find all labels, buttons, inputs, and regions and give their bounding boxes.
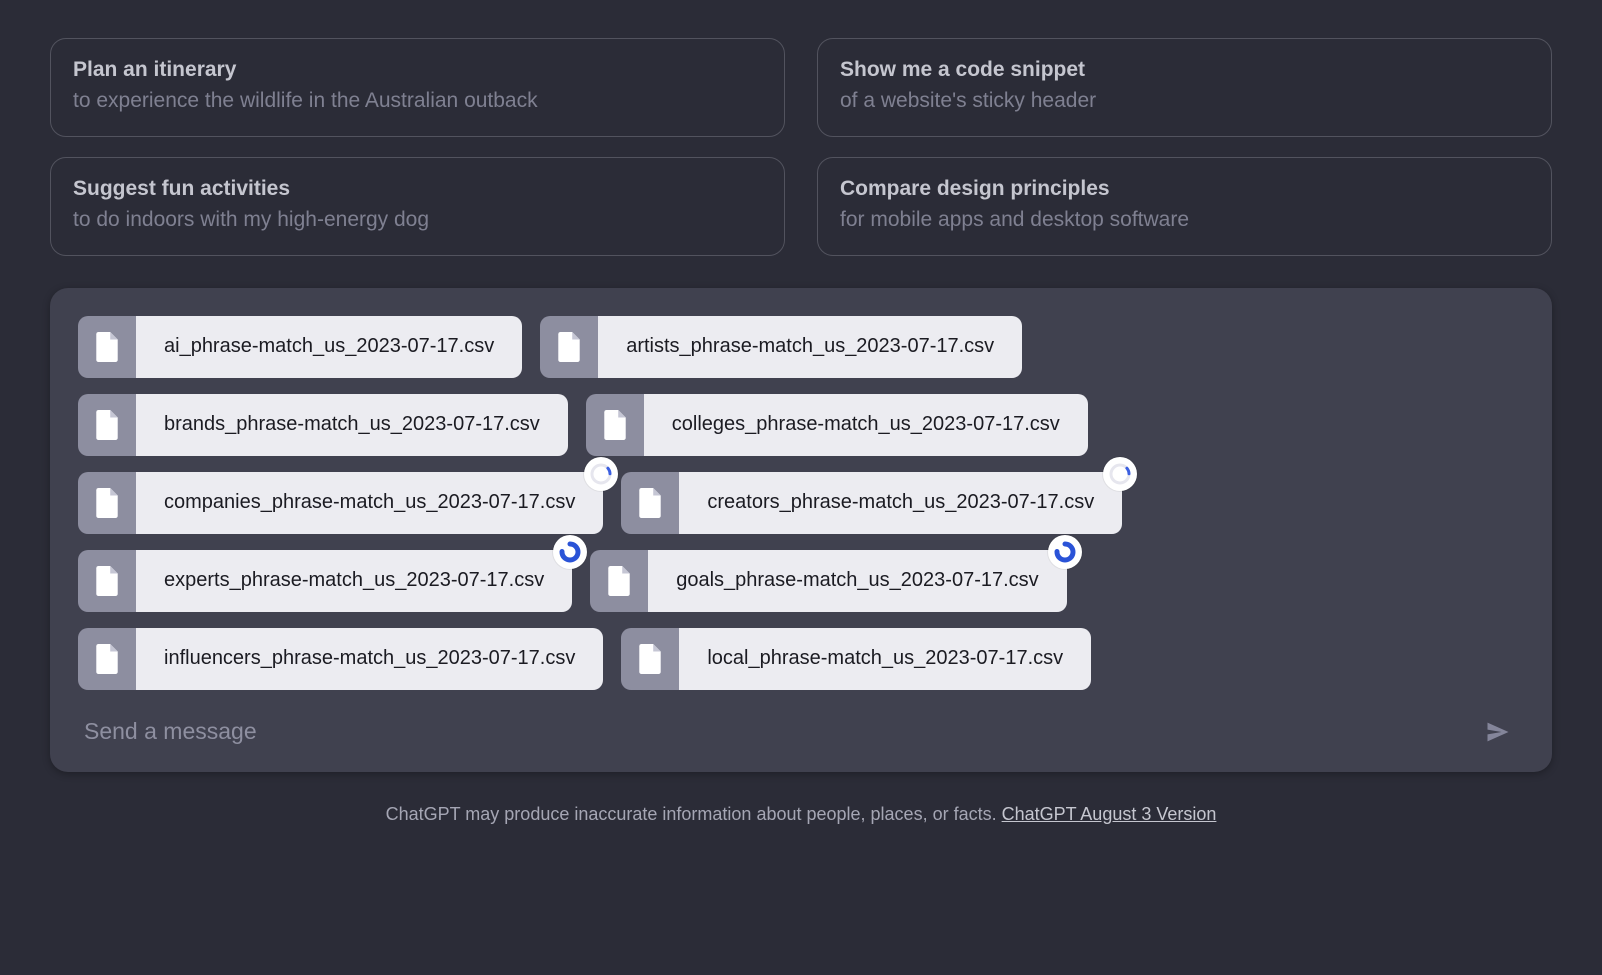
file-attachment[interactable]: ai_phrase-match_us_2023-07-17.csv: [78, 316, 522, 378]
send-icon: [1484, 718, 1512, 746]
attachment-list: ai_phrase-match_us_2023-07-17.csv artists…: [78, 316, 1524, 690]
suggestion-card[interactable]: Compare design principles for mobile app…: [817, 157, 1552, 256]
file-attachment[interactable]: goals_phrase-match_us_2023-07-17.csv: [590, 550, 1066, 612]
file-name: artists_phrase-match_us_2023-07-17.csv: [598, 316, 1022, 378]
file-icon: [78, 628, 136, 690]
upload-spinner-icon: [1103, 457, 1137, 491]
file-icon: [540, 316, 598, 378]
input-row: [78, 706, 1524, 752]
suggestion-subtitle: for mobile apps and desktop software: [840, 203, 1529, 237]
suggestion-title: Suggest fun activities: [73, 174, 762, 203]
suggestion-grid: Plan an itinerary to experience the wild…: [50, 38, 1552, 256]
message-composer: ai_phrase-match_us_2023-07-17.csv artists…: [50, 288, 1552, 772]
file-icon: [78, 550, 136, 612]
file-icon: [586, 394, 644, 456]
version-link[interactable]: ChatGPT August 3 Version: [1002, 804, 1217, 824]
suggestion-subtitle: to experience the wildlife in the Austra…: [73, 84, 762, 118]
file-attachment[interactable]: influencers_phrase-match_us_2023-07-17.c…: [78, 628, 603, 690]
file-attachment[interactable]: companies_phrase-match_us_2023-07-17.csv: [78, 472, 603, 534]
file-icon: [590, 550, 648, 612]
suggestion-subtitle: of a website's sticky header: [840, 84, 1529, 118]
upload-spinner-icon: [553, 535, 587, 569]
suggestion-card[interactable]: Show me a code snippet of a website's st…: [817, 38, 1552, 137]
file-name: companies_phrase-match_us_2023-07-17.csv: [136, 472, 603, 534]
message-input[interactable]: [84, 718, 1478, 745]
footer-disclaimer: ChatGPT may produce inaccurate informati…: [50, 804, 1552, 825]
suggestion-subtitle: to do indoors with my high-energy dog: [73, 203, 762, 237]
file-icon: [78, 472, 136, 534]
upload-spinner-icon: [584, 457, 618, 491]
file-icon: [621, 628, 679, 690]
file-attachment[interactable]: brands_phrase-match_us_2023-07-17.csv: [78, 394, 568, 456]
file-name: influencers_phrase-match_us_2023-07-17.c…: [136, 628, 603, 690]
file-attachment[interactable]: creators_phrase-match_us_2023-07-17.csv: [621, 472, 1122, 534]
file-icon: [78, 316, 136, 378]
suggestion-title: Plan an itinerary: [73, 55, 762, 84]
file-name: experts_phrase-match_us_2023-07-17.csv: [136, 550, 572, 612]
upload-spinner-icon: [1048, 535, 1082, 569]
suggestion-card[interactable]: Suggest fun activities to do indoors wit…: [50, 157, 785, 256]
file-attachment[interactable]: local_phrase-match_us_2023-07-17.csv: [621, 628, 1091, 690]
file-icon: [621, 472, 679, 534]
file-name: creators_phrase-match_us_2023-07-17.csv: [679, 472, 1122, 534]
file-name: colleges_phrase-match_us_2023-07-17.csv: [644, 394, 1088, 456]
file-name: ai_phrase-match_us_2023-07-17.csv: [136, 316, 522, 378]
suggestion-title: Show me a code snippet: [840, 55, 1529, 84]
file-name: brands_phrase-match_us_2023-07-17.csv: [136, 394, 568, 456]
file-attachment[interactable]: experts_phrase-match_us_2023-07-17.csv: [78, 550, 572, 612]
suggestion-card[interactable]: Plan an itinerary to experience the wild…: [50, 38, 785, 137]
footer-text: ChatGPT may produce inaccurate informati…: [386, 804, 1002, 824]
send-button[interactable]: [1478, 712, 1518, 752]
file-icon: [78, 394, 136, 456]
file-name: local_phrase-match_us_2023-07-17.csv: [679, 628, 1091, 690]
file-attachment[interactable]: colleges_phrase-match_us_2023-07-17.csv: [586, 394, 1088, 456]
suggestion-title: Compare design principles: [840, 174, 1529, 203]
file-name: goals_phrase-match_us_2023-07-17.csv: [648, 550, 1066, 612]
file-attachment[interactable]: artists_phrase-match_us_2023-07-17.csv: [540, 316, 1022, 378]
